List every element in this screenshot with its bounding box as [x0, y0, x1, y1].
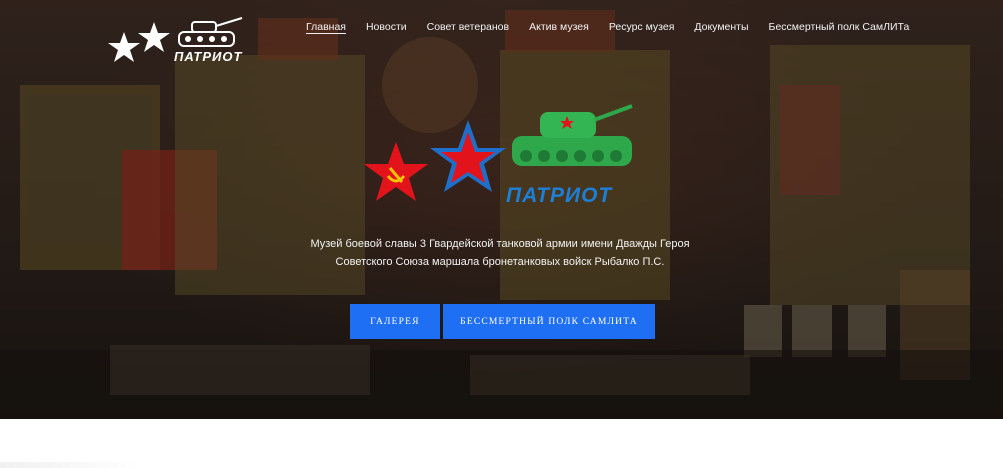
nav-item-museum-team[interactable]: Актив музея	[529, 21, 589, 33]
nav-item-immortal-regiment[interactable]: Бессмертный полк СамЛИТа	[769, 21, 910, 33]
logo-text: ПАТРИОТ	[174, 49, 243, 64]
hero-subtitle-line-1: Музей боевой славы 3 Гвардейской танково…	[310, 238, 690, 250]
main-nav: Главная Новости Совет ветеранов Актив му…	[306, 21, 929, 33]
nav-item-veterans-council[interactable]: Совет ветеранов	[427, 21, 509, 33]
nav-item-museum-resource[interactable]: Ресурс музея	[609, 21, 675, 33]
red-star-hammer-sickle-icon	[364, 142, 428, 201]
star-icon	[138, 22, 170, 52]
hero-subtitle-line-2: Советского Союза маршала бронетанковых в…	[335, 256, 665, 268]
nav-item-documents[interactable]: Документы	[694, 21, 748, 33]
immortal-regiment-button[interactable]: БЕССМЕРТНЫЙ ПОЛК САМЛИТА	[443, 304, 655, 339]
green-tank-icon	[512, 104, 633, 166]
hero-subtitle: Музей боевой славы 3 Гвардейской танково…	[240, 235, 760, 271]
nav-item-news[interactable]: Новости	[366, 21, 407, 33]
emblem-text: ПАТРИОТ	[506, 184, 613, 207]
tank-icon	[178, 17, 243, 47]
star-icon	[108, 32, 140, 62]
nav-item-home[interactable]: Главная	[306, 21, 346, 33]
hero-section: ПАТРИОТ Главная Новости Совет ветеранов …	[0, 0, 1003, 419]
content-area	[0, 419, 1003, 468]
gallery-button[interactable]: ГАЛЕРЕЯ	[350, 304, 440, 339]
army-star-icon	[430, 120, 506, 192]
content-shadow	[0, 462, 140, 468]
